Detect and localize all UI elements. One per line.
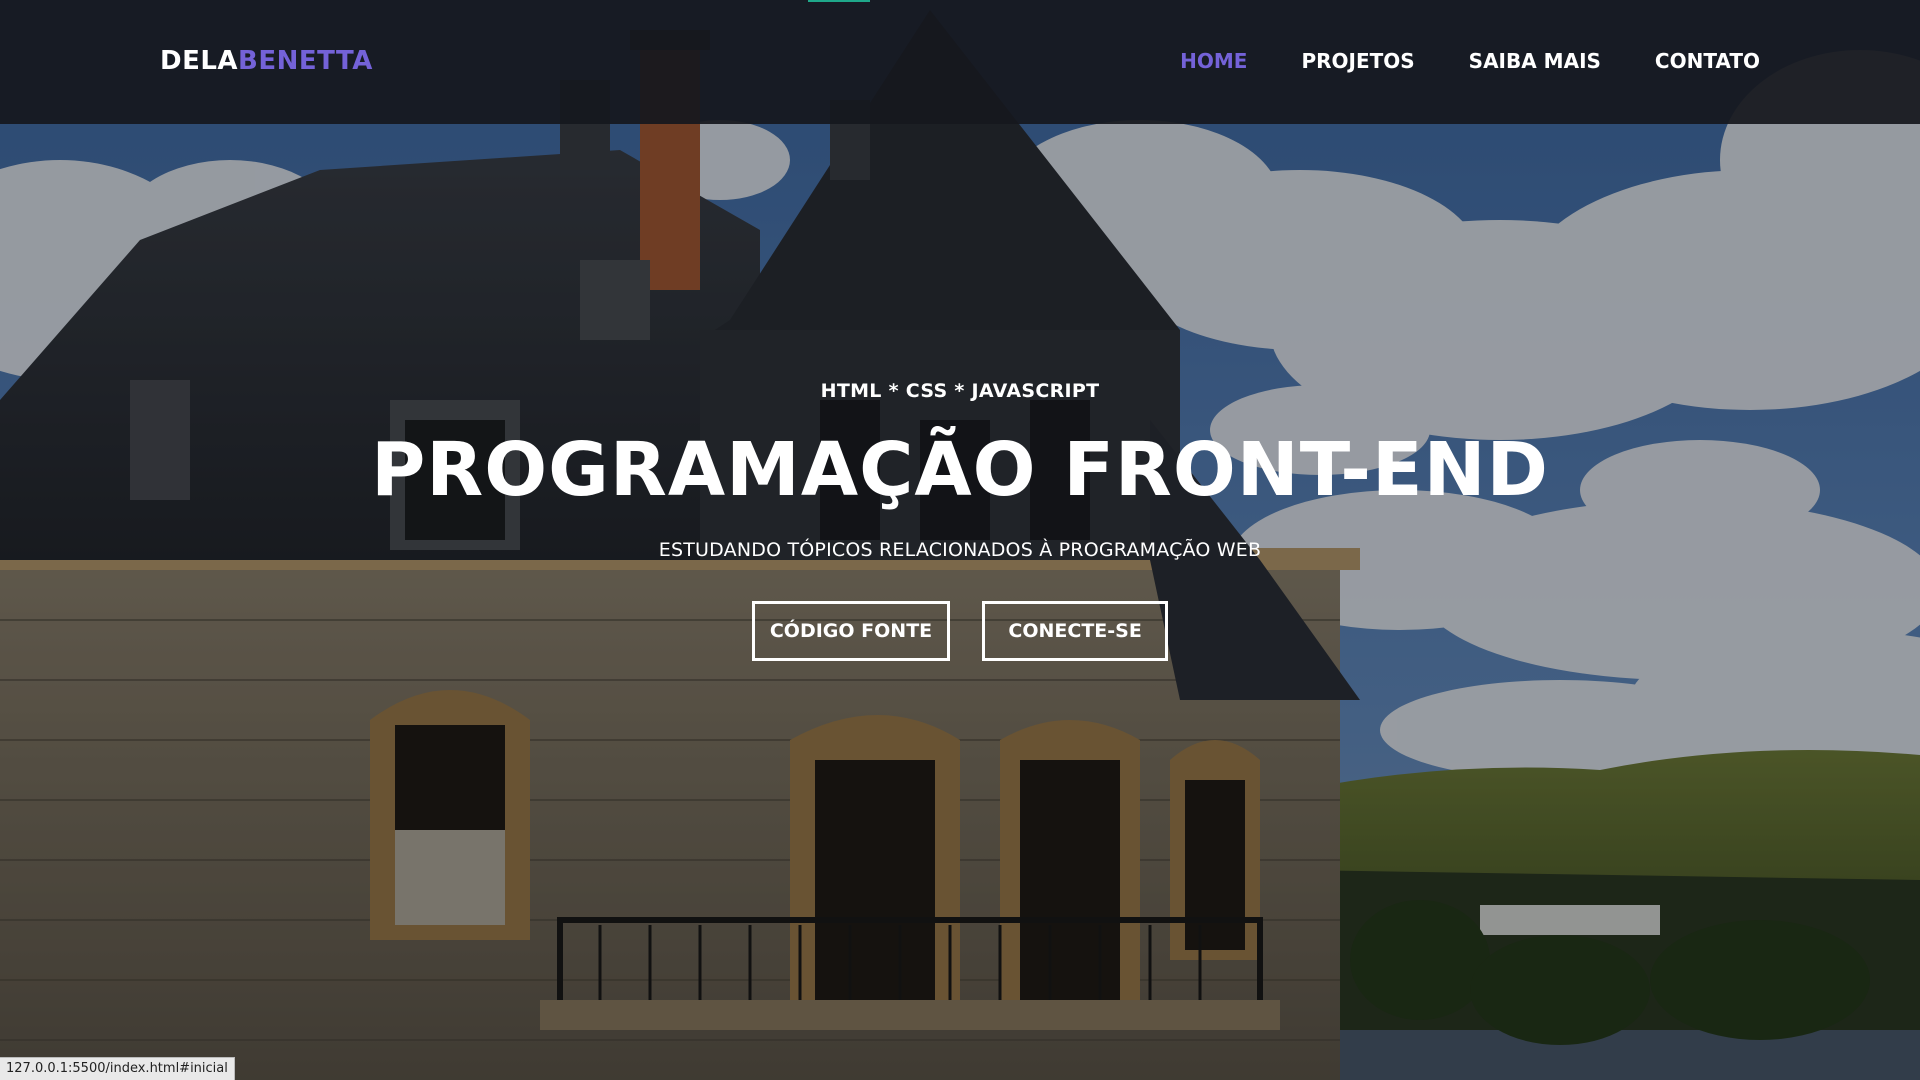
connect-button[interactable]: CONECTE-SE: [982, 601, 1169, 662]
nav-accent-line: [808, 0, 870, 2]
brand-logo[interactable]: DELABENETTA: [160, 46, 373, 76]
status-bar-url: 127.0.0.1:5500/index.html#inicial: [0, 1057, 235, 1080]
hero-section: HTML * CSS * JAVASCRIPT PROGRAMAÇÃO FRON…: [0, 380, 1920, 662]
hero-kicker: HTML * CSS * JAVASCRIPT: [820, 380, 1100, 402]
hero-title: PROGRAMAÇÃO FRONT-END: [371, 427, 1549, 513]
hero-buttons: CÓDIGO FONTE CONECTE-SE: [0, 601, 1920, 662]
navbar: DELABENETTA HOME PROJETOS SAIBA MAIS CON…: [0, 0, 1920, 124]
page: DELABENETTA HOME PROJETOS SAIBA MAIS CON…: [0, 0, 1920, 1080]
brand-part-1: DELA: [160, 46, 239, 76]
nav-link-contato[interactable]: CONTATO: [1655, 49, 1760, 73]
source-code-button[interactable]: CÓDIGO FONTE: [751, 601, 951, 662]
nav-link-projetos[interactable]: PROJETOS: [1301, 49, 1414, 73]
hero-subtitle: ESTUDANDO TÓPICOS RELACIONADOS À PROGRAM…: [658, 539, 1262, 562]
nav-link-home[interactable]: HOME: [1180, 49, 1247, 73]
brand-part-2: BENETTA: [238, 46, 373, 76]
nav-link-saiba-mais[interactable]: SAIBA MAIS: [1469, 49, 1601, 73]
nav-menu: HOME PROJETOS SAIBA MAIS CONTATO: [1180, 49, 1760, 73]
